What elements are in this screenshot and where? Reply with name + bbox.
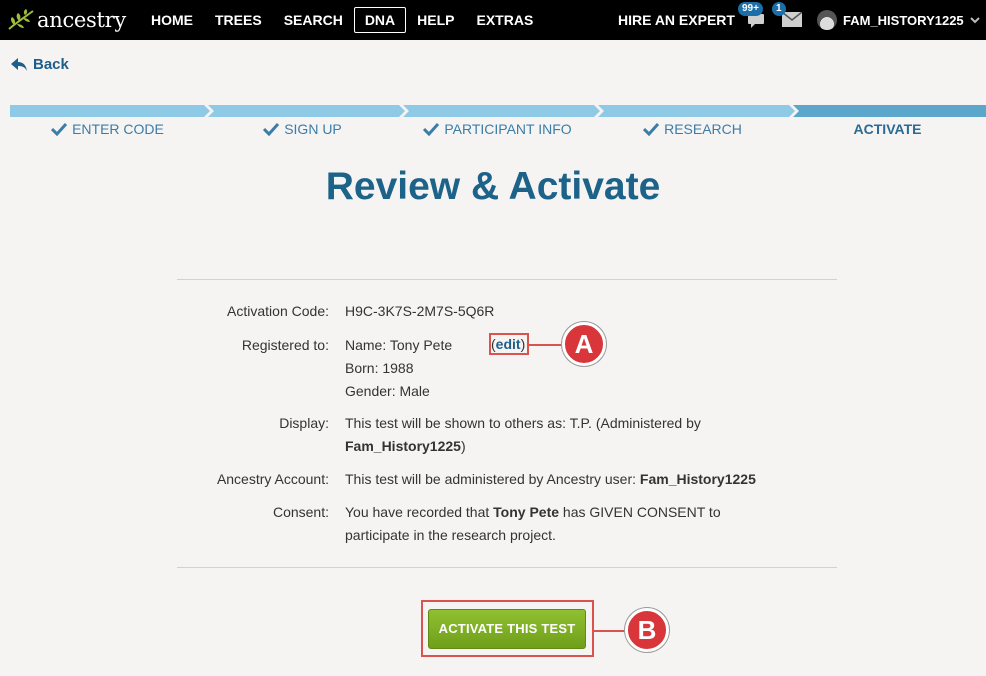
ancestry-account-label: Ancestry Account: [216,471,329,487]
step-research[interactable]: RESEARCH [595,121,790,137]
back-label: Back [33,56,69,73]
checkmark-icon [423,123,440,136]
back-link[interactable]: Back [11,56,69,73]
step-labels: ENTER CODE SIGN UP PARTICIPANT INFO RESE… [10,121,986,141]
back-arrow-icon [11,57,27,71]
activation-code-value: H9C-3K7S-2M7S-5Q6R [345,303,495,319]
checkmark-icon [51,123,68,136]
messages-badge: 1 [772,2,786,16]
nav-help[interactable]: HELP [406,7,465,33]
logo-text: ancestry [37,8,126,32]
mail-icon [781,11,803,27]
account-text: This test will be administered by Ancest… [345,471,640,487]
progress-bar [10,105,986,117]
nav-dna[interactable]: DNA [353,7,407,33]
notifications-badge: 99+ [738,2,763,16]
main-nav: HOME TREES SEARCH DNA HELP EXTRAS [140,0,544,40]
registered-to-label: Registered to: [241,337,329,353]
display-label: Display: [279,415,329,431]
progress-segment-3 [403,105,600,117]
consent-label: Consent: [272,504,329,520]
progress-segment-1 [10,105,210,117]
checkmark-icon [643,123,660,136]
page-title: Review & Activate [325,165,661,208]
notifications-button[interactable]: 99+ [738,2,766,35]
avatar [817,10,837,30]
activate-test-button[interactable]: ACTIVATE THIS TEST [428,609,586,649]
step-participant-info[interactable]: PARTICIPANT INFO [400,121,595,137]
hire-expert-link[interactable]: HIRE AN EXPERT [618,12,735,28]
nav-extras[interactable]: EXTRAS [466,7,545,33]
consent-line2: participate in the research project. [345,527,556,543]
user-menu[interactable]: FAM_HISTORY1225 [817,10,980,30]
display-text: This test will be shown to others as: T.… [345,415,701,431]
callout-a-line [529,344,565,346]
step-sign-up[interactable]: SIGN UP [205,121,400,137]
nav-home[interactable]: HOME [140,7,204,33]
registered-gender: Gender: Male [345,383,430,399]
display-user: Fam_History1225 [345,438,461,454]
progress-segment-4 [598,105,795,117]
messages-button[interactable]: 1 [772,2,803,32]
callout-b-line [594,630,628,632]
nav-search[interactable]: SEARCH [273,7,354,33]
step-enter-code[interactable]: ENTER CODE [10,121,205,137]
activation-code-label: Activation Code: [227,303,329,319]
step-activate: ACTIVATE [853,121,922,137]
divider-bottom [177,567,837,568]
divider-top [177,279,837,280]
ancestry-logo[interactable]: ancestry [8,7,126,33]
checkmark-icon [263,123,280,136]
consent-name: Tony Pete [493,504,560,520]
top-nav: ancestry HOME TREES SEARCH DNA HELP EXTR… [0,0,986,40]
chevron-down-icon [969,16,980,23]
nav-trees[interactable]: TREES [204,7,273,33]
progress-segment-2 [208,105,405,117]
progress-segment-5 [793,105,986,117]
callout-a: A [562,322,606,366]
account-user: Fam_History1225 [639,471,756,487]
leaf-icon [8,9,34,30]
edit-link[interactable]: edit [496,336,521,352]
edit-link-wrapper: (edit) [491,336,526,352]
callout-b: B [625,608,669,652]
username: FAM_HISTORY1225 [843,12,964,28]
